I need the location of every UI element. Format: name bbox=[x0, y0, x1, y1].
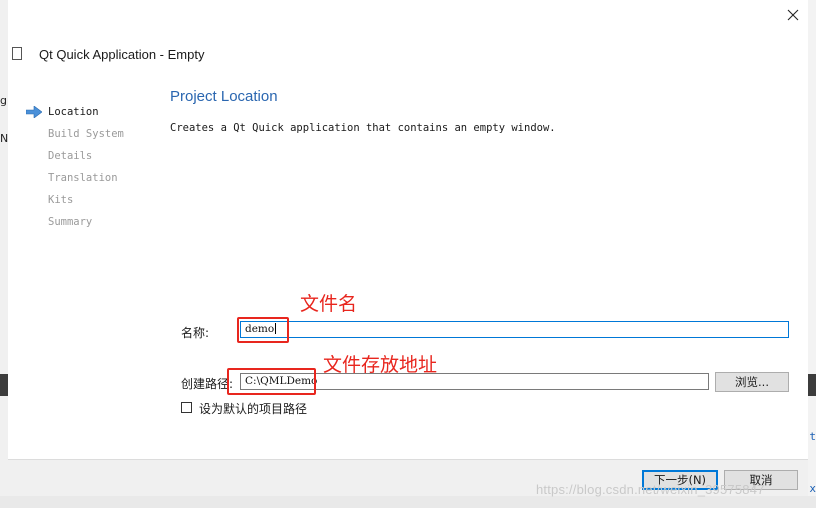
background-text-fragment: x bbox=[809, 482, 816, 495]
wizard-step-kits: Kits bbox=[48, 194, 74, 206]
wizard-step-summary: Summary bbox=[48, 216, 93, 228]
background-dark-bar-right bbox=[808, 374, 816, 396]
annotation-name-highlight bbox=[237, 317, 289, 343]
page-title: Project Location bbox=[170, 88, 278, 105]
background-text-fragment: g bbox=[0, 94, 7, 107]
window-title: Qt Quick Application - Empty bbox=[39, 47, 205, 62]
window-icon bbox=[12, 47, 22, 60]
wizard-step-details: Details bbox=[48, 150, 93, 162]
wizard-step-translation: Translation bbox=[48, 172, 118, 184]
close-icon[interactable] bbox=[784, 6, 802, 24]
path-label: 创建路径: bbox=[181, 377, 234, 391]
new-project-wizard-dialog: Qt Quick Application - Empty Location Bu… bbox=[8, 0, 808, 496]
wizard-step-build-system: Build System bbox=[48, 128, 124, 140]
background-text-fragment: t bbox=[809, 430, 816, 443]
default-path-checkbox[interactable] bbox=[181, 402, 192, 413]
annotation-path-highlight bbox=[227, 368, 316, 395]
background-text-fragment: N bbox=[0, 132, 9, 145]
watermark-text: https://blog.csdn.net/weixin_39575847 bbox=[536, 482, 765, 497]
default-path-checkbox-label: 设为默认的项目路径 bbox=[199, 402, 308, 416]
current-step-arrow-icon bbox=[26, 106, 42, 118]
annotation-name-note: 文件名 bbox=[300, 293, 358, 315]
background-window-bottom bbox=[0, 496, 816, 508]
wizard-step-location: Location bbox=[48, 106, 99, 118]
project-name-input[interactable]: demo bbox=[240, 321, 789, 338]
browse-button[interactable]: 浏览... bbox=[715, 372, 789, 392]
page-description: Creates a Qt Quick application that cont… bbox=[170, 122, 556, 134]
name-label: 名称: bbox=[181, 326, 210, 340]
